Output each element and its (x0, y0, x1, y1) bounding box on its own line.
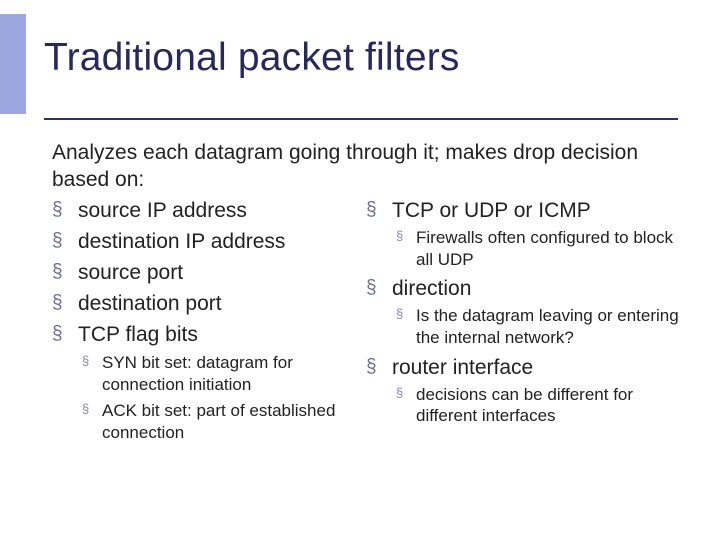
left-column: source IP address destination IP address… (52, 198, 352, 447)
list-item-label: ACK bit set: part of established connect… (102, 401, 335, 442)
list-item-label: TCP or UDP or ICMP (392, 199, 591, 222)
list-item: TCP or UDP or ICMP Firewalls often confi… (366, 198, 682, 270)
slide: Traditional packet filters Analyzes each… (0, 0, 720, 540)
list-item-label: destination port (78, 292, 222, 315)
list-item-label: TCP flag bits (78, 323, 198, 346)
list-item: ACK bit set: part of established connect… (78, 400, 352, 444)
list-item-label: router interface (392, 356, 533, 379)
right-list: TCP or UDP or ICMP Firewalls often confi… (366, 198, 682, 427)
list-item-label: source port (78, 261, 183, 284)
list-item: source IP address (52, 198, 352, 225)
left-sub-list: SYN bit set: datagram for connection ini… (78, 352, 352, 443)
list-item-label: destination IP address (78, 230, 285, 253)
list-item: direction Is the datagram leaving or ent… (366, 276, 682, 348)
list-item-label: decisions can be different for different… (416, 385, 633, 426)
right-sub-list: decisions can be different for different… (392, 384, 682, 428)
right-sub-list: Is the datagram leaving or entering the … (392, 305, 682, 349)
list-item: Is the datagram leaving or entering the … (392, 305, 682, 349)
list-item-label: direction (392, 277, 471, 300)
list-item-label: source IP address (78, 199, 247, 222)
list-item: Firewalls often configured to block all … (392, 227, 682, 271)
list-item: TCP flag bits SYN bit set: datagram for … (52, 322, 352, 444)
right-column: TCP or UDP or ICMP Firewalls often confi… (366, 198, 682, 447)
list-item-label: Firewalls often configured to block all … (416, 228, 673, 269)
list-item: router interface decisions can be differ… (366, 355, 682, 427)
slide-title: Traditional packet filters (44, 36, 460, 80)
accent-bar (0, 14, 26, 114)
left-list: source IP address destination IP address… (52, 198, 352, 443)
list-item: SYN bit set: datagram for connection ini… (78, 352, 352, 396)
list-item: destination IP address (52, 229, 352, 256)
title-underline (44, 118, 678, 120)
list-item-label: SYN bit set: datagram for connection ini… (102, 353, 293, 394)
intro-text: Analyzes each datagram going through it;… (52, 140, 672, 194)
list-item-label: Is the datagram leaving or entering the … (416, 306, 679, 347)
list-item: destination port (52, 291, 352, 318)
content-columns: source IP address destination IP address… (52, 198, 682, 447)
list-item: decisions can be different for different… (392, 384, 682, 428)
list-item: source port (52, 260, 352, 287)
right-sub-list: Firewalls often configured to block all … (392, 227, 682, 271)
